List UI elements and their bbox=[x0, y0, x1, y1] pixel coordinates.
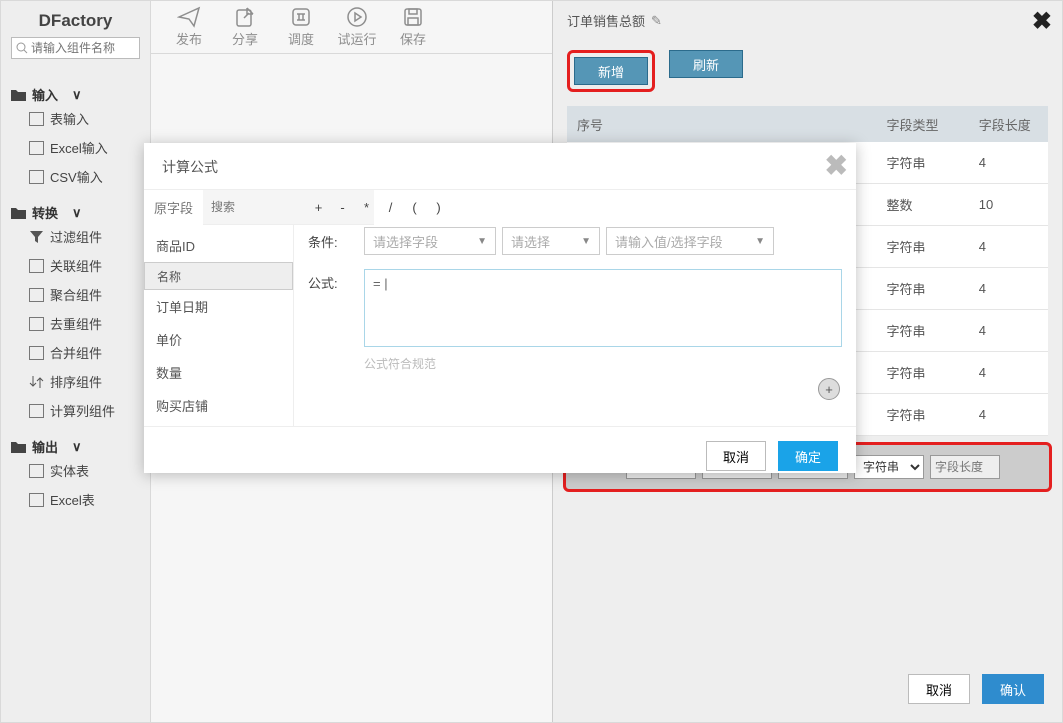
operator-button[interactable]: ) bbox=[428, 200, 452, 215]
formula-modal: 计算公式 ✖ 原字段 商品ID名称订单日期单价数量购买店铺 +-*/() 条件:… bbox=[144, 143, 856, 473]
modal-ok-button[interactable]: 确定 bbox=[778, 441, 838, 471]
field-item[interactable]: 单价 bbox=[144, 323, 293, 356]
condition-value-select[interactable]: 请输入值/选择字段▼ bbox=[606, 227, 774, 255]
condition-field-select[interactable]: 请选择字段▼ bbox=[364, 227, 496, 255]
modal-title: 计算公式 bbox=[144, 143, 856, 189]
operator-row: +-*/() bbox=[308, 200, 842, 215]
operator-button[interactable]: * bbox=[356, 200, 380, 215]
operator-button[interactable]: + bbox=[308, 200, 332, 215]
field-item[interactable]: 订单日期 bbox=[144, 290, 293, 323]
formula-hint: 公式符合规范 bbox=[364, 355, 842, 372]
operator-button[interactable]: ( bbox=[404, 200, 428, 215]
modal-close-button[interactable]: ✖ bbox=[825, 149, 848, 182]
field-item[interactable]: 购买店铺 bbox=[144, 389, 293, 422]
add-condition-button[interactable]: + bbox=[818, 378, 840, 400]
field-item[interactable]: 数量 bbox=[144, 356, 293, 389]
operator-button[interactable]: / bbox=[380, 200, 404, 215]
field-item[interactable]: 商品ID bbox=[144, 229, 293, 262]
modal-cancel-button[interactable]: 取消 bbox=[706, 441, 766, 471]
condition-op-select[interactable]: 请选择▼ bbox=[502, 227, 600, 255]
field-item[interactable]: 名称 bbox=[144, 262, 293, 290]
operator-button[interactable]: - bbox=[332, 200, 356, 215]
chevron-down-icon: ▼ bbox=[477, 236, 487, 247]
tab-source-fields[interactable]: 原字段 bbox=[144, 190, 203, 225]
chevron-down-icon: ▼ bbox=[755, 236, 765, 247]
chevron-down-icon: ▼ bbox=[581, 236, 591, 247]
formula-textarea[interactable] bbox=[364, 269, 842, 347]
